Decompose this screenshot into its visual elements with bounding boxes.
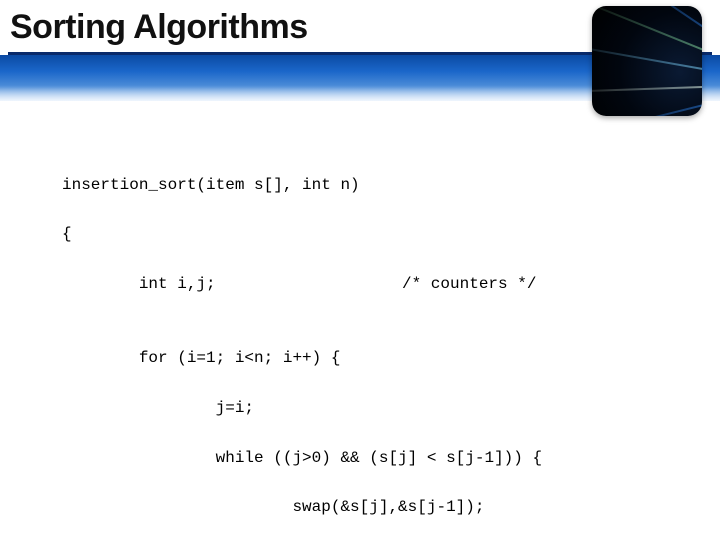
code-comment: /* counters */ [402,272,536,297]
code-line: insertion_sort(item s[], int n) [62,173,660,198]
code-line: swap(&s[j],&s[j-1]); [62,495,660,520]
code-block: insertion_sort(item s[], int n) { int i,… [62,148,660,540]
code-text: int i,j; [62,275,216,293]
code-line: int i,j; /* counters */ [62,272,660,297]
code-line: while ((j>0) && (s[j] < s[j-1])) { [62,446,660,471]
slide: Sorting Algorithms insertion_sort(item s… [0,0,720,540]
code-line: { [62,222,660,247]
code-line: for (i=1; i<n; i++) { [62,346,660,371]
decorative-swirl-image [592,6,702,116]
code-line: j=i; [62,396,660,421]
slide-title: Sorting Algorithms [10,8,308,47]
